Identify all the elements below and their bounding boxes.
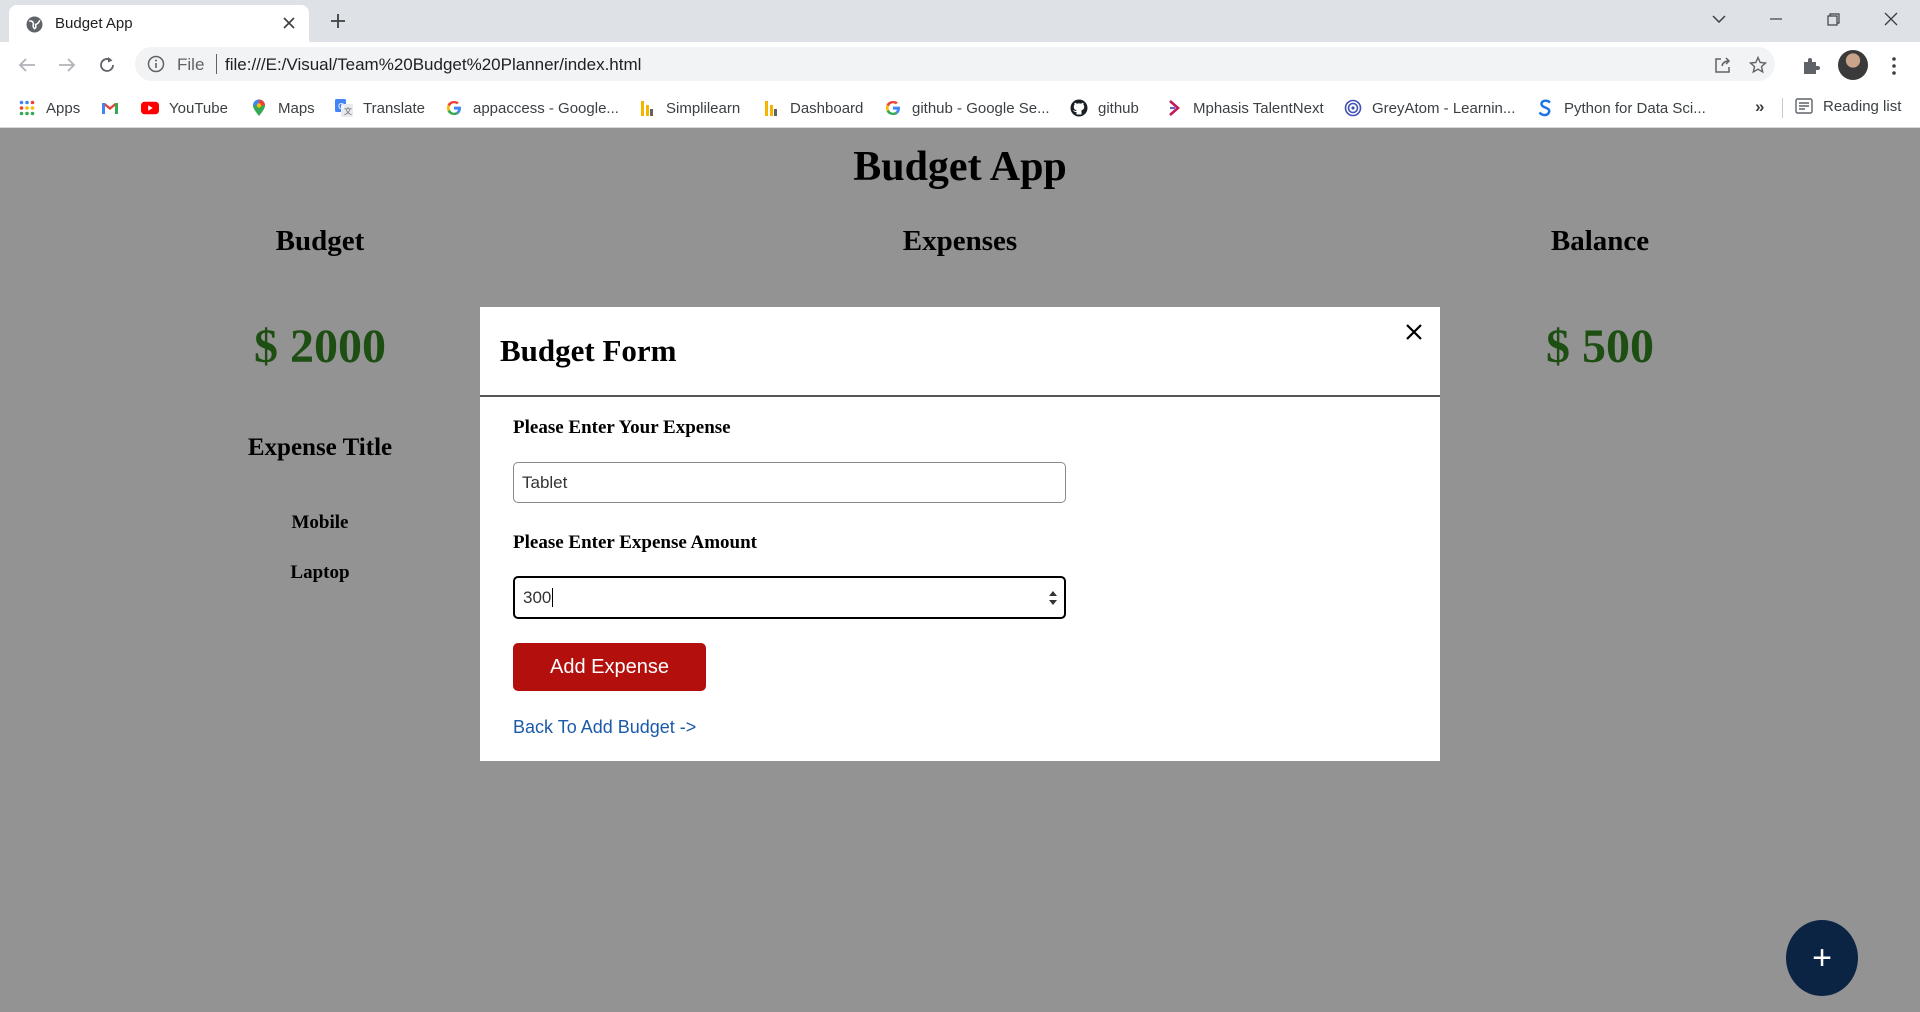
expense-list-item: Mobile: [291, 512, 349, 533]
bookmark-label: YouTube: [169, 99, 228, 117]
budget-heading: Budget: [275, 225, 365, 257]
bookmark-label: Maps: [278, 99, 315, 117]
expense-name-label: Please Enter Your Expense: [513, 417, 731, 438]
bookmark-youtube[interactable]: YouTube: [141, 97, 228, 119]
profile-avatar[interactable]: [1838, 50, 1868, 80]
expense-title-heading: Expense Title: [247, 434, 393, 461]
greyatom-icon: [1344, 99, 1362, 117]
globe-icon: [26, 16, 43, 33]
url-text[interactable]: file:///E:/Visual/Team%20Budget%20Planne…: [225, 55, 641, 75]
svg-text:文: 文: [344, 106, 352, 116]
info-icon[interactable]: [147, 55, 165, 73]
youtube-icon: [141, 99, 159, 117]
google-icon: [445, 99, 463, 117]
expenses-heading: Expenses: [902, 225, 1018, 257]
reading-list-divider: [1782, 98, 1783, 118]
bookmark-python[interactable]: Python for Data Sci...: [1536, 97, 1706, 119]
expense-name-input[interactable]: Tablet: [513, 462, 1066, 503]
tab-search-chevron-icon[interactable]: [1704, 6, 1734, 32]
expense-amount-label: Please Enter Expense Amount: [513, 532, 758, 553]
modal-header: Budget Form: [480, 307, 1440, 397]
bookmark-apps[interactable]: Apps: [18, 97, 80, 119]
bookmark-greyatom[interactable]: GreyAtom - Learnin...: [1344, 97, 1515, 119]
new-tab-icon[interactable]: [326, 9, 350, 33]
bookmark-github-search[interactable]: github - Google Se...: [884, 97, 1050, 119]
budget-form-modal: Budget Form Please Enter Your Expense Ta…: [480, 307, 1440, 761]
extensions-puzzle-icon[interactable]: [1798, 53, 1824, 79]
bookmark-label: github: [1098, 99, 1139, 117]
bookmark-label: Python for Data Sci...: [1564, 99, 1706, 117]
budget-amount: $ 2000: [254, 320, 386, 373]
github-icon: [1070, 99, 1088, 117]
bookmark-label: Dashboard: [790, 99, 864, 117]
browser-tab[interactable]: Budget App: [9, 5, 309, 42]
bookmark-simplilearn[interactable]: Simplilearn: [638, 97, 740, 119]
bookmark-label: Mphasis TalentNext: [1193, 99, 1324, 117]
balance-heading: Balance: [1550, 225, 1650, 257]
bookmark-star-icon[interactable]: [1747, 54, 1769, 76]
add-fab-button[interactable]: +: [1786, 920, 1858, 996]
omnibox-divider: [216, 54, 217, 74]
number-spinner-icon[interactable]: [1048, 589, 1058, 607]
google-icon: [884, 99, 902, 117]
browser-toolbar: File file:///E:/Visual/Team%20Budget%20P…: [0, 42, 1920, 88]
plus-icon: +: [1812, 938, 1832, 977]
bookmark-label: Translate: [363, 99, 425, 117]
app-title: Budget App: [853, 144, 1067, 190]
forward-arrow-icon[interactable]: [53, 51, 81, 79]
bookmark-translate[interactable]: G文 Translate: [335, 97, 425, 119]
text-caret: [552, 588, 554, 607]
expense-amount-input[interactable]: 300: [513, 576, 1066, 619]
bar-chart-icon: [762, 99, 780, 117]
tab-title: Budget App: [55, 15, 133, 32]
bookmark-appaccess[interactable]: appaccess - Google...: [445, 97, 619, 119]
maps-pin-icon: [250, 99, 268, 117]
gmail-icon: [101, 99, 119, 117]
simplilearn-s-icon: [1536, 99, 1554, 117]
bookmarks-bar: Apps YouTube Maps G文 Translate appaccess…: [0, 88, 1920, 128]
bookmark-label: GreyAtom - Learnin...: [1372, 99, 1516, 117]
address-bar[interactable]: File file:///E:/Visual/Team%20Budget%20P…: [135, 47, 1775, 81]
bookmark-label: appaccess - Google...: [473, 99, 619, 117]
more-menu-icon[interactable]: [1881, 53, 1907, 79]
bookmark-dashboard[interactable]: Dashboard: [762, 97, 863, 119]
reload-icon[interactable]: [93, 51, 121, 79]
back-arrow-icon[interactable]: [13, 51, 41, 79]
reading-list-icon: [1795, 97, 1813, 115]
expense-amount-value: 300: [523, 587, 552, 607]
share-icon[interactable]: [1712, 54, 1734, 76]
reading-list-label: Reading list: [1823, 97, 1902, 115]
bookmark-label: github - Google Se...: [912, 99, 1050, 117]
balance-amount: $ 500: [1546, 320, 1654, 373]
modal-title: Budget Form: [500, 333, 677, 368]
minimize-icon[interactable]: [1761, 6, 1791, 32]
close-window-icon[interactable]: [1876, 6, 1906, 32]
tab-strip: Budget App: [0, 0, 1920, 42]
expense-name-value: Tablet: [522, 472, 568, 492]
restore-icon[interactable]: [1818, 6, 1848, 32]
translate-icon: G文: [335, 99, 353, 117]
bookmark-label: Apps: [46, 99, 81, 117]
page-content: Budget App Budget Expenses Balance $ 200…: [0, 129, 1920, 1012]
bookmark-mphasis[interactable]: Mphasis TalentNext: [1165, 97, 1324, 119]
bookmark-gmail[interactable]: [101, 97, 129, 119]
reading-list-button[interactable]: Reading list: [1795, 97, 1901, 115]
close-icon[interactable]: [1399, 317, 1429, 347]
expense-list-item: Laptop: [290, 562, 350, 583]
bookmark-label: Simplilearn: [666, 99, 741, 117]
apps-grid-icon: [18, 99, 36, 117]
bar-chart-icon: [638, 99, 656, 117]
bookmarks-overflow-chevron[interactable]: »: [1755, 97, 1764, 117]
back-to-budget-link[interactable]: Back To Add Budget ->: [513, 717, 696, 738]
tab-close-icon[interactable]: [279, 13, 299, 33]
add-expense-button[interactable]: Add Expense: [513, 643, 706, 691]
bookmark-maps[interactable]: Maps: [250, 97, 315, 119]
scheme-label: File: [177, 55, 205, 74]
mphasis-icon: [1165, 99, 1183, 117]
bookmark-github[interactable]: github: [1070, 97, 1139, 119]
